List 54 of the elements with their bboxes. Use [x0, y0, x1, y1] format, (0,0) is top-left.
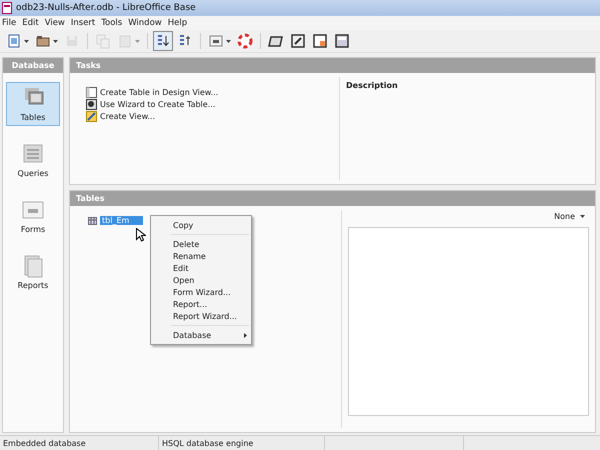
menu-item[interactable]: Copy: [151, 219, 251, 231]
pointer-cursor-icon: [136, 228, 146, 242]
task-link[interactable]: Create View...: [100, 112, 156, 121]
form-icon: [208, 33, 224, 49]
menu-item[interactable]: Report...: [151, 298, 251, 310]
menu-item[interactable]: Open: [151, 274, 251, 286]
caret-icon: [135, 40, 140, 42]
caret-icon: [226, 40, 231, 42]
menu-item[interactable]: Edit: [151, 262, 251, 274]
sidebar-item[interactable]: Forms: [6, 194, 60, 238]
paste-icon: [117, 33, 133, 49]
sidebar-item[interactable]: Reports: [6, 250, 60, 294]
menu-item[interactable]: Form Wizard...: [151, 286, 251, 298]
menu-item[interactable]: Window: [126, 18, 166, 28]
design-view-icon: [86, 87, 97, 98]
status-text: HSQL database engine: [162, 438, 254, 448]
menu-item[interactable]: View: [42, 18, 69, 28]
table-icon: [88, 216, 97, 224]
sidebar-item[interactable]: Tables: [6, 82, 60, 126]
view-icon: [86, 111, 97, 122]
status-text: Embedded database: [3, 438, 86, 448]
menu-item[interactable]: Tools: [99, 18, 126, 28]
report-icon: [312, 33, 328, 49]
new-document-icon: [6, 33, 22, 49]
submenu-arrow-icon: [244, 332, 247, 338]
menu-item[interactable]: Edit: [20, 18, 43, 28]
list-arrow-icon: [155, 33, 171, 49]
document-icon: [2, 2, 12, 14]
lifebuoy-icon: [237, 33, 253, 49]
menu-item[interactable]: Insert: [68, 18, 100, 28]
panel-header: Tasks: [70, 58, 595, 73]
menu-item[interactable]: Delete: [151, 238, 251, 250]
menu-item[interactable]: Report Wizard...: [151, 310, 251, 322]
menu-item[interactable]: Rename: [151, 250, 251, 262]
task-link[interactable]: Use Wizard to Create Table...: [100, 100, 216, 109]
menu-item[interactable]: Database: [151, 329, 251, 341]
copy-icon: [95, 33, 111, 49]
caret-icon: [24, 40, 29, 42]
menu-item[interactable]: File: [0, 18, 20, 28]
menu-item[interactable]: Help: [166, 18, 192, 28]
preview-dropdown[interactable]: None: [550, 212, 589, 221]
toolbar-button[interactable]: [153, 31, 173, 51]
folder-icon: [35, 33, 51, 49]
task-link[interactable]: Create Table in Design View...: [100, 88, 218, 97]
wizard-icon: [86, 99, 97, 110]
sidebar-item[interactable]: Queries: [6, 138, 60, 182]
caret-icon: [53, 40, 58, 42]
description-label: Description: [346, 81, 398, 90]
pencil-square-icon: [290, 33, 306, 49]
panel-header: Tables: [70, 191, 595, 206]
panel-header: Database: [3, 58, 63, 73]
caret-icon: [580, 215, 585, 218]
window-title: odb23-Nulls-After.odb - LibreOffice Base: [16, 3, 196, 13]
database-icon: [334, 33, 350, 49]
